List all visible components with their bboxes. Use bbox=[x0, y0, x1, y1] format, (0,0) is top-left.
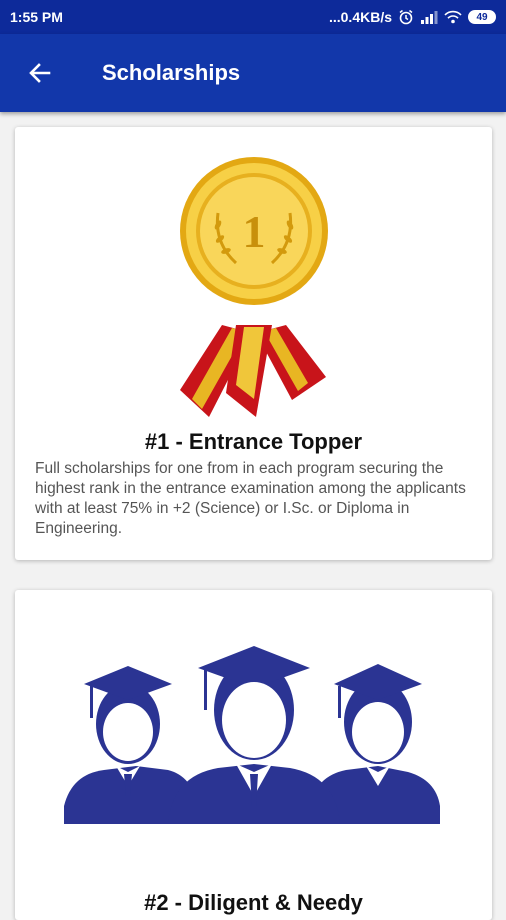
scholarship-title: #1 - Entrance Topper bbox=[144, 429, 363, 454]
alarm-icon bbox=[399, 9, 413, 25]
graduates-icon bbox=[63, 646, 440, 824]
app-bar: Scholarships bbox=[0, 34, 506, 112]
scholarship-title: #2 - Diligent & Needy bbox=[144, 890, 363, 915]
status-time: 1:55 PM bbox=[10, 9, 63, 25]
card-image bbox=[15, 646, 492, 846]
battery-level: 49 bbox=[476, 11, 488, 23]
wifi-icon bbox=[444, 10, 462, 24]
scholarship-card-entrance-topper[interactable]: 1 #1 - Entrance Topper Full scholarships… bbox=[15, 127, 492, 560]
gold-medal-icon: 1 bbox=[179, 157, 328, 417]
medal-number: 1 bbox=[242, 206, 265, 257]
scholarship-description: Full scholarships for one from in each p… bbox=[35, 460, 466, 537]
status-icons: ...0.4KB/s 49 bbox=[329, 9, 496, 25]
network-speed: ...0.4KB/s bbox=[328, 9, 392, 25]
signal-icon bbox=[421, 11, 438, 24]
back-button[interactable] bbox=[20, 53, 60, 93]
page-title: Scholarships bbox=[102, 60, 241, 85]
scholarship-card-diligent-needy[interactable]: #2 - Diligent & Needy bbox=[15, 590, 492, 920]
card-image: 1 bbox=[15, 155, 492, 421]
back-arrow-icon bbox=[29, 63, 51, 83]
battery-icon: 49 bbox=[468, 10, 496, 24]
status-bar: 1:55 PM ...0.4KB/s 49 bbox=[0, 0, 506, 34]
